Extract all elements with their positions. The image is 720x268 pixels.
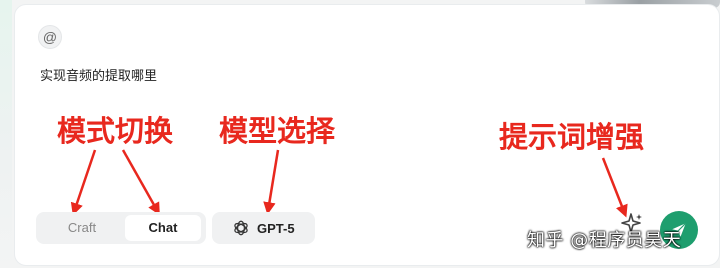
- openai-logo-icon: [234, 220, 248, 236]
- model-label: GPT-5: [257, 220, 295, 236]
- annotation-mode-switch: 模式切换: [57, 114, 174, 148]
- mode-option-chat[interactable]: Chat: [125, 215, 201, 241]
- mode-option-craft[interactable]: Craft: [42, 215, 122, 241]
- mode-switch: Craft Chat: [36, 212, 206, 244]
- at-mention-button[interactable]: @: [38, 25, 62, 49]
- left-edge-gradient: [0, 0, 12, 268]
- zhihu-watermark: 知乎 @程序员昊天: [527, 230, 682, 251]
- prompt-input[interactable]: 实现音频的提取哪里: [40, 65, 157, 84]
- at-sign-icon: @: [42, 29, 58, 45]
- annotation-model-select: 模型选择: [219, 114, 336, 148]
- annotation-prompt-enhance: 提示词增强: [499, 120, 645, 154]
- model-selector-button[interactable]: GPT-5: [212, 212, 315, 244]
